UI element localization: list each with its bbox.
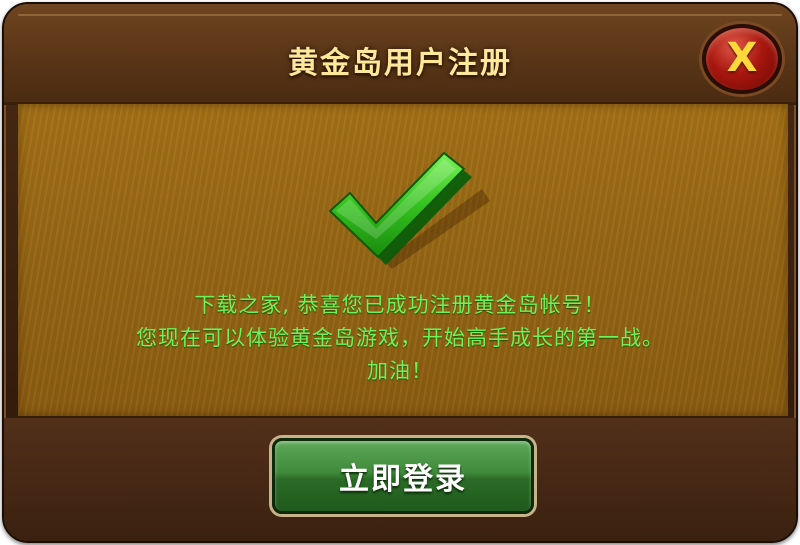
title-bar: 黄金岛用户注册 X bbox=[4, 4, 796, 105]
check-icon bbox=[328, 151, 490, 269]
login-now-button[interactable]: 立即登录 bbox=[272, 438, 534, 514]
dialog-title: 黄金岛用户注册 bbox=[288, 46, 512, 81]
close-button[interactable]: X bbox=[702, 24, 782, 94]
close-icon: X bbox=[726, 35, 758, 81]
message-line-2: 您现在可以体验黄金岛游戏，开始高手成长的第一战。 bbox=[136, 326, 664, 350]
message-line-1: 下载之家, 恭喜您已成功注册黄金岛帐号！ bbox=[194, 293, 606, 317]
success-message: 下载之家, 恭喜您已成功注册黄金岛帐号！ 您现在可以体验黄金岛游戏，开始高手成长… bbox=[4, 289, 796, 388]
message-line-3: 加油！ bbox=[367, 359, 433, 383]
registration-dialog: 黄金岛用户注册 X 下载之家, 恭喜您已成功注册黄金岛帐号！ 您现在可以体验黄金… bbox=[2, 2, 798, 543]
login-button-label: 立即登录 bbox=[339, 462, 467, 497]
